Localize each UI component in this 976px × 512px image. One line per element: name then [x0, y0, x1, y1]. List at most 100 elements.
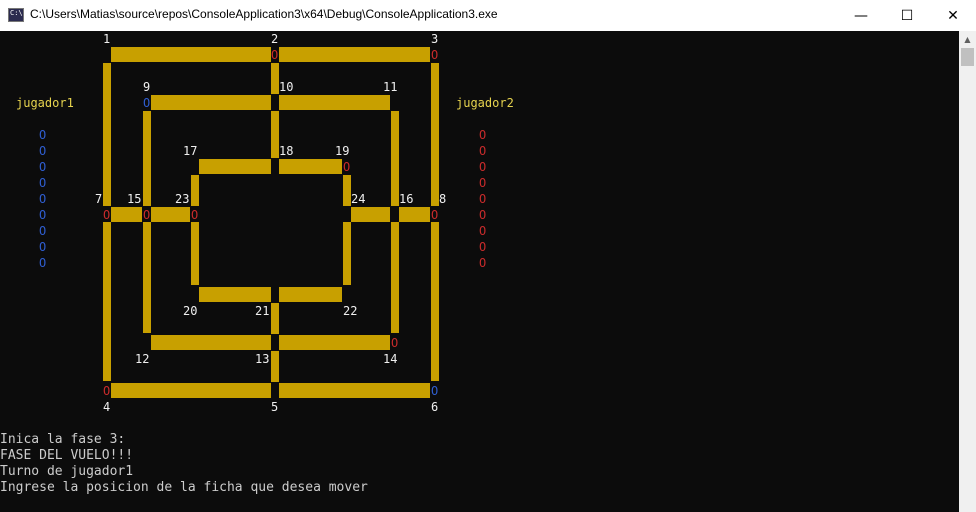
minimize-button[interactable]: —: [838, 0, 884, 31]
piece-at-4: O: [103, 384, 111, 398]
inner-right-upper-segment: [343, 175, 351, 206]
position-label-23: 23: [175, 192, 190, 206]
piece-at-7: O: [103, 208, 111, 222]
inner-left-upper-segment: [191, 175, 199, 206]
scroll-up-arrow-icon[interactable]: ▲: [959, 31, 976, 48]
console-app-icon[interactable]: [8, 8, 24, 22]
player1-label: jugador1: [16, 96, 74, 110]
inner-right-lower-segment: [343, 222, 351, 285]
position-label-13: 13: [255, 352, 270, 366]
cross-bottom-lower: [271, 351, 279, 382]
position-label-20: 20: [183, 304, 198, 318]
inner-bottom-left-segment: [199, 287, 271, 302]
outer-right-upper-segment: [431, 63, 439, 206]
position-label-9: 9: [143, 80, 151, 94]
reserve-piece: O: [39, 208, 47, 222]
inner-left-lower-segment: [191, 222, 199, 285]
player2-label: jugador2: [456, 96, 514, 110]
position-label-22: 22: [343, 304, 358, 318]
piece-at-8: O: [431, 208, 439, 222]
position-label-5: 5: [271, 400, 279, 414]
message-line-3: Turno de jugador1: [0, 464, 134, 479]
reserve-piece: O: [479, 160, 487, 174]
message-line-4: Ingrese la posicion de la ficha que dese…: [0, 480, 368, 495]
cross-right-inner: [351, 207, 390, 222]
cross-bottom-upper: [271, 303, 279, 334]
reserve-piece: O: [479, 208, 487, 222]
message-line-2: FASE DEL VUELO!!!: [0, 448, 134, 463]
position-label-17: 17: [183, 144, 198, 158]
title-bar[interactable]: C:\Users\Matias\source\repos\ConsoleAppl…: [0, 0, 976, 31]
position-label-10: 10: [279, 80, 294, 94]
reserve-piece: O: [479, 192, 487, 206]
cross-left-outer: [111, 207, 142, 222]
position-label-4: 4: [103, 400, 111, 414]
piece-at-19: O: [343, 160, 351, 174]
position-label-7: 7: [95, 192, 103, 206]
cross-top-upper: [271, 63, 279, 94]
position-label-14: 14: [383, 352, 398, 366]
inner-top-right-segment: [279, 159, 342, 174]
piece-at-23: O: [191, 208, 199, 222]
outer-top-right-segment: [279, 47, 430, 62]
piece-at-2: O: [271, 48, 279, 62]
reserve-piece: O: [39, 192, 47, 206]
reserve-piece: O: [479, 176, 487, 190]
position-label-16: 16: [399, 192, 414, 206]
reserve-piece: O: [39, 144, 47, 158]
scroll-thumb[interactable]: [961, 48, 974, 66]
position-label-24: 24: [351, 192, 366, 206]
position-label-21: 21: [255, 304, 270, 318]
middle-left-lower-segment: [143, 222, 151, 333]
vertical-scrollbar[interactable]: ▲: [959, 31, 976, 512]
maximize-icon: ☐: [900, 7, 914, 24]
cross-left-inner: [151, 207, 190, 222]
close-button[interactable]: ✕: [930, 0, 976, 31]
window-title: C:\Users\Matias\source\repos\ConsoleAppl…: [30, 7, 498, 21]
piece-at-3: O: [431, 48, 439, 62]
minimize-icon: —: [854, 7, 868, 24]
position-label-18: 18: [279, 144, 294, 158]
close-icon: ✕: [947, 7, 959, 24]
maximize-button[interactable]: ☐: [884, 0, 930, 31]
cross-top-lower: [271, 111, 279, 158]
middle-top-left-segment: [151, 95, 271, 110]
reserve-piece: O: [479, 144, 487, 158]
middle-left-upper-segment: [143, 111, 151, 206]
position-label-2: 2: [271, 32, 279, 46]
middle-right-lower-segment: [391, 222, 399, 333]
reserve-piece: O: [39, 256, 47, 270]
position-label-15: 15: [127, 192, 142, 206]
position-label-12: 12: [135, 352, 150, 366]
reserve-piece: O: [39, 176, 47, 190]
reserve-piece: O: [479, 256, 487, 270]
position-label-19: 19: [335, 144, 350, 158]
position-label-8: 8: [439, 192, 447, 206]
middle-right-upper-segment: [391, 111, 399, 206]
middle-bottom-right-segment: [279, 335, 390, 350]
middle-top-right-segment: [279, 95, 390, 110]
position-label-1: 1: [103, 32, 111, 46]
piece-at-6: O: [431, 384, 439, 398]
outer-left-lower-segment: [103, 222, 111, 381]
reserve-piece: O: [39, 240, 47, 254]
outer-top-left-segment: [111, 47, 271, 62]
reserve-piece: O: [479, 224, 487, 238]
console-window: C:\Users\Matias\source\repos\ConsoleAppl…: [0, 0, 976, 512]
outer-right-lower-segment: [431, 222, 439, 381]
piece-at-15: O: [143, 208, 151, 222]
piece-at-9: O: [143, 96, 151, 110]
reserve-piece: O: [479, 240, 487, 254]
reserve-piece: O: [39, 224, 47, 238]
inner-bottom-right-segment: [279, 287, 342, 302]
reserve-piece: O: [39, 160, 47, 174]
outer-left-upper-segment: [103, 63, 111, 206]
outer-bottom-right-segment: [279, 383, 430, 398]
piece-at-14: O: [391, 336, 399, 350]
reserve-piece: O: [39, 128, 47, 142]
position-label-11: 11: [383, 80, 398, 94]
position-label-3: 3: [431, 32, 439, 46]
reserve-piece: O: [479, 128, 487, 142]
position-label-6: 6: [431, 400, 439, 414]
console-output[interactable]: 1 2 3 4 5 6 7 8 9 10 11 12 13 14 15 16 17 18 19 20 21 22 23 24 O…: [0, 31, 959, 512]
